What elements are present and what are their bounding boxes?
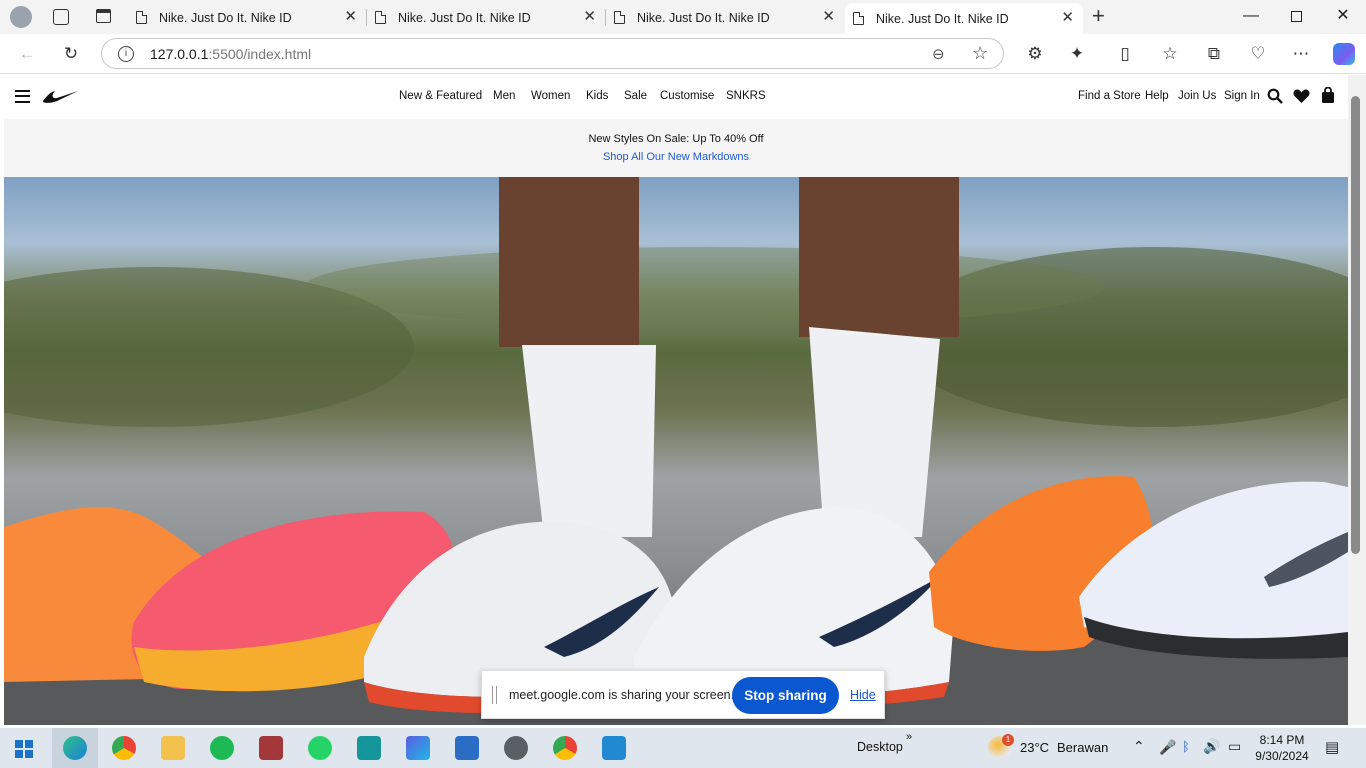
- tab-strip: Nike. Just Do It. Nike ID ✕ Nike. Just D…: [0, 0, 1366, 34]
- weather-description[interactable]: Berawan: [1057, 740, 1108, 755]
- screen-share-bar: meet.google.com is sharing your screen. …: [481, 670, 885, 719]
- whatsapp-icon[interactable]: [308, 736, 332, 760]
- hero-image: [4, 177, 1348, 725]
- tab-3[interactable]: Nike. Just Do It. Nike ID ✕: [606, 4, 844, 31]
- nike-logo-icon[interactable]: [41, 89, 79, 103]
- nav-customise[interactable]: Customise: [660, 90, 714, 102]
- file-explorer-icon[interactable]: [161, 736, 185, 760]
- scrollbar-thumb[interactable]: [1351, 96, 1360, 554]
- profile-avatar[interactable]: [10, 6, 32, 28]
- close-tab-icon[interactable]: ✕: [344, 9, 357, 24]
- spotify-icon[interactable]: [210, 736, 234, 760]
- arduino-icon[interactable]: [357, 736, 381, 760]
- nav-new-featured[interactable]: New & Featured: [399, 90, 482, 102]
- page-icon: [375, 11, 386, 24]
- clock-date: 9/30/2024: [1255, 749, 1309, 763]
- extension-badge-icon[interactable]: ⚙: [1024, 43, 1046, 65]
- promo-banner: New Styles On Sale: Up To 40% Off Shop A…: [4, 119, 1348, 177]
- tab-2[interactable]: Nike. Just Do It. Nike ID ✕: [367, 4, 605, 31]
- workspaces-icon[interactable]: [53, 9, 69, 25]
- nav-snkrs[interactable]: SNKRS: [726, 90, 766, 102]
- clock-time: 8:14 PM: [1259, 733, 1305, 747]
- restore-icon[interactable]: [1291, 11, 1302, 22]
- weather-badge: 1: [1002, 734, 1014, 746]
- nav-kids[interactable]: Kids: [586, 90, 608, 102]
- close-tab-icon[interactable]: ✕: [1061, 10, 1074, 25]
- shopping-bag-icon[interactable]: [1321, 87, 1335, 104]
- hide-button[interactable]: Hide: [850, 688, 876, 702]
- show-hidden-icons-icon[interactable]: ⌃: [1133, 738, 1145, 755]
- running-shoes-photo: [4, 177, 1348, 725]
- chrome-icon[interactable]: [112, 736, 136, 760]
- settings-gear-icon[interactable]: [504, 736, 528, 760]
- close-tab-icon[interactable]: ✕: [583, 9, 596, 24]
- windows-start-icon[interactable]: [15, 740, 33, 758]
- find-store-link[interactable]: Find a Store: [1078, 90, 1141, 102]
- refresh-icon[interactable]: ↻: [60, 43, 82, 65]
- desktop-label[interactable]: Desktop: [857, 740, 903, 754]
- hamburger-menu-icon[interactable]: [15, 90, 30, 103]
- chrome-profile-icon[interactable]: [553, 736, 577, 760]
- chevron-right-icon[interactable]: »: [906, 731, 912, 743]
- battery-icon[interactable]: ▭: [1228, 738, 1241, 755]
- favorites-icon[interactable]: ☆: [1159, 43, 1181, 65]
- vscode-icon[interactable]: [602, 736, 626, 760]
- notifications-icon[interactable]: ▤: [1325, 738, 1339, 756]
- tab-actions-icon[interactable]: [96, 9, 111, 23]
- url-field[interactable]: i 127.0.0.1:5500/index.html ⊖ ☆: [101, 38, 1004, 69]
- tab-title: Nike. Just Do It. Nike ID: [637, 10, 770, 25]
- close-window-icon[interactable]: ✕: [1333, 8, 1353, 24]
- split-screen-icon[interactable]: ▯: [1114, 43, 1136, 65]
- tab-title: Nike. Just Do It. Nike ID: [159, 10, 292, 25]
- extensions-puzzle-icon[interactable]: ✦: [1066, 43, 1088, 65]
- clock[interactable]: 8:14 PM 9/30/2024: [1248, 732, 1316, 764]
- collections-icon[interactable]: ⧉: [1203, 43, 1225, 65]
- page-icon: [136, 11, 147, 24]
- edge-browser-icon[interactable]: [63, 736, 87, 760]
- close-tab-icon[interactable]: ✕: [822, 9, 835, 24]
- favorite-star-icon[interactable]: ☆: [972, 43, 988, 64]
- back-icon[interactable]: ←: [16, 43, 38, 65]
- page-viewport: New & Featured Men Women Kids Sale Custo…: [4, 75, 1348, 725]
- zoom-icon[interactable]: ⊖: [932, 45, 945, 63]
- nav-men[interactable]: Men: [493, 90, 515, 102]
- drag-handle-icon[interactable]: [492, 686, 497, 704]
- microphone-icon[interactable]: 🎤: [1159, 739, 1176, 756]
- browser-essentials-icon[interactable]: ♡: [1247, 43, 1269, 65]
- join-us-link[interactable]: Join Us: [1178, 90, 1216, 102]
- minimize-icon[interactable]: —: [1241, 8, 1261, 24]
- site-header: New & Featured Men Women Kids Sale Custo…: [4, 75, 1348, 119]
- page-icon: [853, 12, 864, 25]
- share-message: meet.google.com is sharing your screen.: [509, 688, 735, 702]
- clipchamp-icon[interactable]: [406, 736, 430, 760]
- promo-headline: New Styles On Sale: Up To 40% Off: [588, 133, 764, 145]
- access-icon[interactable]: [259, 736, 283, 760]
- sign-in-link[interactable]: Sign In: [1224, 90, 1260, 102]
- site-info-icon[interactable]: i: [118, 46, 134, 62]
- help-link[interactable]: Help: [1145, 90, 1169, 102]
- volume-icon[interactable]: 🔊: [1203, 738, 1220, 755]
- new-tab-icon[interactable]: +: [1092, 5, 1105, 27]
- promo-link[interactable]: Shop All Our New Markdowns: [4, 151, 1348, 163]
- page-icon: [614, 11, 625, 24]
- tab-4-active[interactable]: Nike. Just Do It. Nike ID ✕: [845, 3, 1083, 34]
- news-app-icon[interactable]: [455, 736, 479, 760]
- taskbar: Desktop » 1 23°C Berawan ⌃ 🎤 ᛒ 🔊 ▭ 8:14 …: [0, 728, 1366, 768]
- nav-sale[interactable]: Sale: [624, 90, 647, 102]
- address-bar: ← ↻ i 127.0.0.1:5500/index.html ⊖ ☆ ⚙ ✦ …: [0, 34, 1366, 74]
- tab-title: Nike. Just Do It. Nike ID: [876, 11, 1009, 26]
- copilot-icon[interactable]: [1333, 43, 1355, 65]
- tab-title: Nike. Just Do It. Nike ID: [398, 10, 531, 25]
- search-icon[interactable]: [1267, 88, 1283, 104]
- url-host: 127.0.0.1: [150, 46, 209, 62]
- more-menu-icon[interactable]: ⋯: [1290, 43, 1312, 65]
- url-path: :5500/index.html: [208, 46, 312, 62]
- weather-temperature[interactable]: 23°C: [1020, 740, 1049, 755]
- favorites-heart-icon[interactable]: [1293, 89, 1310, 104]
- tab-1[interactable]: Nike. Just Do It. Nike ID ✕: [128, 4, 366, 31]
- nav-women[interactable]: Women: [531, 90, 570, 102]
- bluetooth-icon[interactable]: ᛒ: [1182, 739, 1190, 754]
- stop-sharing-button[interactable]: Stop sharing: [732, 677, 839, 714]
